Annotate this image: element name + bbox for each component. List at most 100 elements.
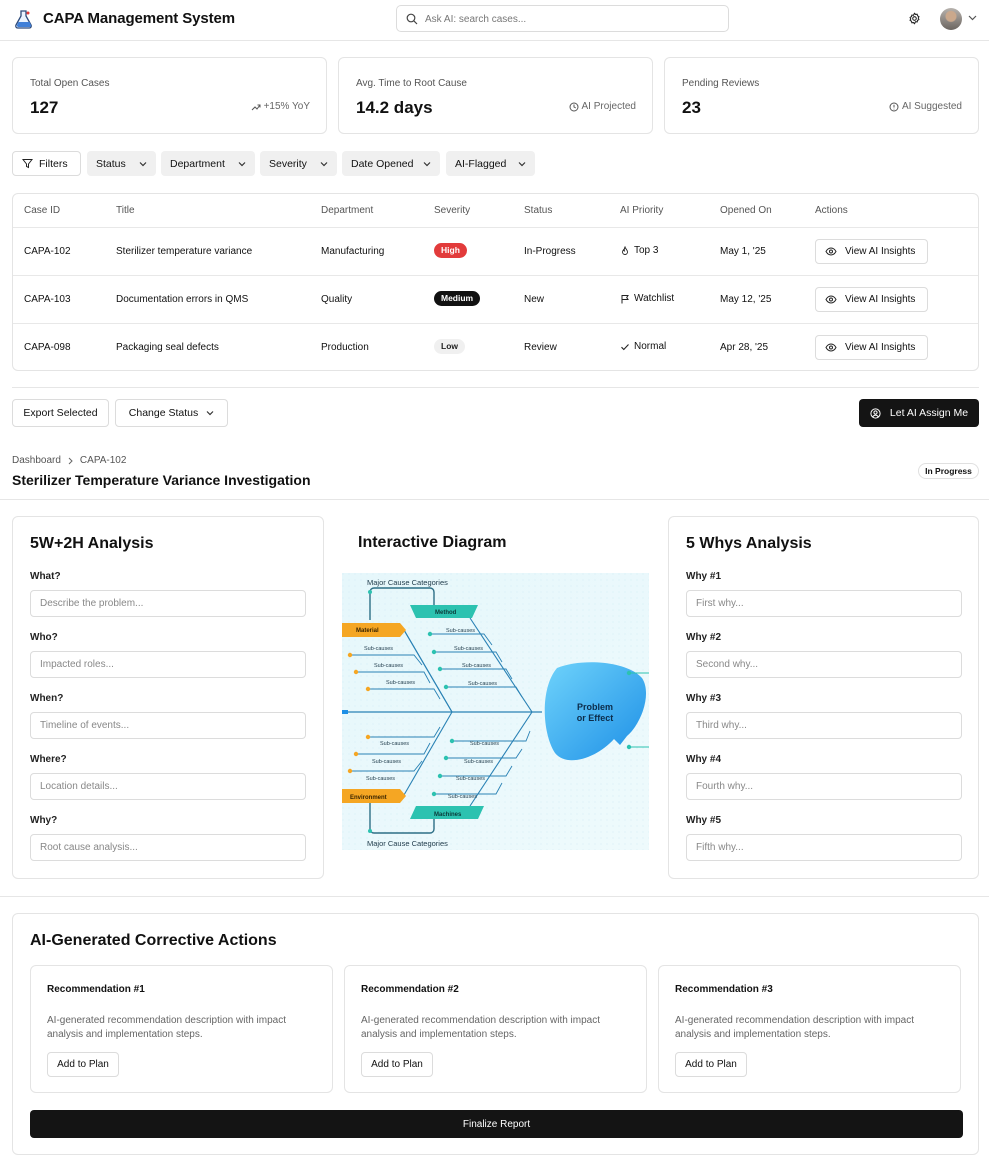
breadcrumb-case[interactable]: CAPA-102 bbox=[80, 455, 127, 466]
chevron-down-icon bbox=[320, 161, 328, 166]
sub-cause-label: Sub-causes bbox=[462, 663, 491, 669]
change-status-button[interactable]: Change Status bbox=[115, 399, 228, 427]
why-5-input[interactable] bbox=[686, 834, 962, 861]
sub-cause-label: Sub-causes bbox=[448, 794, 477, 800]
where-input[interactable] bbox=[30, 773, 306, 800]
column-header: Actions bbox=[815, 205, 848, 216]
ai-priority: Watchlist bbox=[620, 293, 674, 304]
ai-priority: Top 3 bbox=[620, 245, 658, 256]
table-row[interactable]: CAPA-102 Sterilizer temperature variance… bbox=[13, 227, 978, 275]
who-input[interactable] bbox=[30, 651, 306, 678]
chevron-down-icon bbox=[518, 161, 526, 166]
breadcrumb-dashboard[interactable]: Dashboard bbox=[12, 455, 61, 466]
sub-cause-label: Sub-causes bbox=[468, 681, 497, 687]
head-dot bbox=[626, 744, 632, 750]
stat-card-root-cause-time: Avg. Time to Root Cause 14.2 days AI Pro… bbox=[338, 57, 653, 134]
effect-label-line1: Problem bbox=[577, 702, 613, 712]
why-input[interactable] bbox=[30, 834, 306, 861]
why-1-input[interactable] bbox=[686, 590, 962, 617]
user-avatar[interactable] bbox=[940, 8, 962, 30]
ai-search-box[interactable] bbox=[396, 5, 729, 32]
filter-severity[interactable]: Severity bbox=[260, 151, 337, 176]
recommendation-title: Recommendation #2 bbox=[361, 984, 459, 995]
chevron-right-icon bbox=[68, 457, 73, 464]
sub-cause-label: Sub-causes bbox=[366, 776, 395, 782]
filters-button[interactable]: Filters bbox=[12, 151, 81, 176]
sub-cause-label: Sub-causes bbox=[372, 759, 401, 765]
filter-date-opened[interactable]: Date Opened bbox=[342, 151, 440, 176]
stat-label: Avg. Time to Root Cause bbox=[356, 78, 467, 89]
gear-icon[interactable] bbox=[908, 12, 921, 25]
recommendation-card: Recommendation #2 AI-generated recommend… bbox=[344, 965, 647, 1093]
let-ai-assign-me-button[interactable]: Let AI Assign Me bbox=[859, 399, 979, 427]
why-label: Why #2 bbox=[686, 632, 722, 643]
when-input[interactable] bbox=[30, 712, 306, 739]
head-dot bbox=[626, 670, 632, 676]
export-selected-button[interactable]: Export Selected bbox=[12, 399, 109, 427]
case-id: CAPA-098 bbox=[24, 342, 71, 353]
search-input[interactable] bbox=[425, 10, 720, 28]
question-label: Where? bbox=[30, 754, 67, 765]
case-title: Packaging seal defects bbox=[116, 342, 219, 353]
stat-note-text: AI Suggested bbox=[901, 101, 962, 112]
stat-note: AI Projected bbox=[569, 101, 636, 112]
fishbone-diagram[interactable]: Major Cause Categories Major Cause Categ… bbox=[342, 573, 649, 850]
recommendation-description: AI-generated recommendation description … bbox=[361, 1015, 601, 1040]
user-circle-icon bbox=[870, 407, 881, 419]
add-to-plan-button[interactable]: Add to Plan bbox=[47, 1052, 119, 1077]
view-ai-insights-label: View AI Insights bbox=[845, 246, 916, 257]
case-title: Sterilizer temperature variance bbox=[116, 246, 253, 257]
five-w-two-h-panel: 5W+2H Analysis What? Who? When? Where? W… bbox=[12, 516, 324, 879]
filter-ai-flagged[interactable]: AI-Flagged bbox=[446, 151, 535, 176]
add-to-plan-button[interactable]: Add to Plan bbox=[361, 1052, 433, 1077]
case-id: CAPA-103 bbox=[24, 294, 71, 305]
why-label: Why #3 bbox=[686, 693, 722, 704]
add-to-plan-button[interactable]: Add to Plan bbox=[675, 1052, 747, 1077]
chevron-down-icon[interactable] bbox=[968, 15, 977, 21]
stat-label: Total Open Cases bbox=[30, 78, 110, 89]
finalize-report-button[interactable]: Finalize Report bbox=[30, 1110, 963, 1138]
filter-icon bbox=[22, 159, 33, 169]
view-ai-insights-button[interactable]: View AI Insights bbox=[815, 239, 928, 264]
chevron-down-icon bbox=[139, 161, 147, 166]
recommendation-description: AI-generated recommendation description … bbox=[675, 1015, 915, 1040]
question-label: When? bbox=[30, 693, 64, 704]
case-department: Manufacturing bbox=[321, 246, 385, 257]
why-4-input[interactable] bbox=[686, 773, 962, 800]
sub-cause-label: Sub-causes bbox=[470, 741, 499, 747]
table-row[interactable]: CAPA-098 Packaging seal defects Producti… bbox=[13, 323, 978, 371]
filter-department[interactable]: Department bbox=[161, 151, 255, 176]
column-header: Severity bbox=[434, 205, 471, 216]
sub-cause-label: Sub-causes bbox=[446, 628, 475, 634]
trend-up-icon bbox=[251, 104, 261, 110]
case-title-heading: Sterilizer Temperature Variance Investig… bbox=[12, 472, 311, 488]
ai-priority: Normal bbox=[620, 341, 666, 352]
panel-title: 5 Whys Analysis bbox=[686, 535, 812, 552]
view-ai-insights-button[interactable]: View AI Insights bbox=[815, 335, 928, 360]
why-label: Why #1 bbox=[686, 571, 722, 582]
case-status: In-Progress bbox=[524, 246, 576, 257]
filter-label: Date Opened bbox=[351, 157, 414, 170]
sub-cause-label: Sub-causes bbox=[454, 646, 483, 652]
view-ai-insights-button[interactable]: View AI Insights bbox=[815, 287, 928, 312]
lab-flask-icon[interactable] bbox=[14, 9, 34, 29]
let-ai-assign-me-label: Let AI Assign Me bbox=[889, 407, 969, 419]
filter-label: AI-Flagged bbox=[455, 157, 507, 170]
filters-label: Filters bbox=[39, 157, 68, 170]
what-input[interactable] bbox=[30, 590, 306, 617]
question-label: Who? bbox=[30, 632, 58, 643]
severity-badge: Low bbox=[434, 339, 465, 354]
filter-label: Status bbox=[96, 157, 126, 170]
check-icon bbox=[621, 343, 629, 350]
recommendation-card: Recommendation #3 AI-generated recommend… bbox=[658, 965, 961, 1093]
sub-cause-label: Sub-causes bbox=[364, 646, 393, 652]
category-label-method: Method bbox=[435, 610, 457, 616]
panel-title: 5W+2H Analysis bbox=[30, 535, 154, 552]
case-status-badge: In Progress bbox=[918, 463, 979, 479]
filter-status[interactable]: Status bbox=[87, 151, 156, 176]
table-row[interactable]: CAPA-103 Documentation errors in QMS Qua… bbox=[13, 275, 978, 323]
bottom-category-label: Major Cause Categories bbox=[367, 839, 448, 848]
why-3-input[interactable] bbox=[686, 712, 962, 739]
why-2-input[interactable] bbox=[686, 651, 962, 678]
case-status: New bbox=[524, 294, 545, 305]
